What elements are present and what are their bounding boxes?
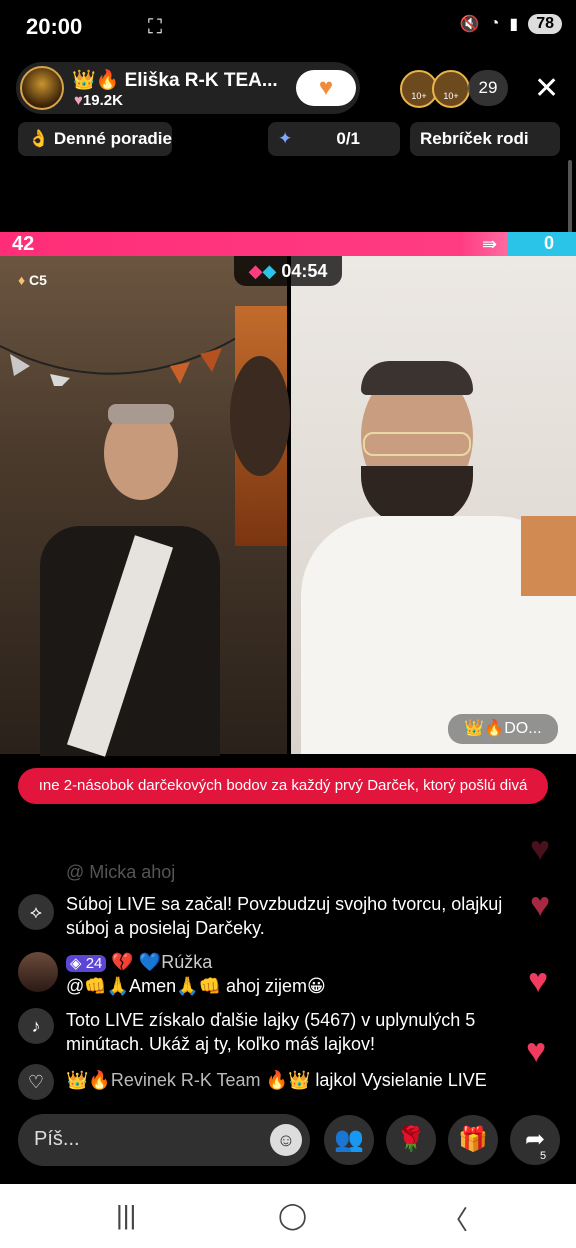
status-bar: 20:00 ⛶ 🔇 ◔ ▮ 78	[0, 0, 576, 56]
status-icons: 🔇 ◔ ▮ 78	[460, 14, 562, 34]
wifi-icon: ◔	[489, 15, 500, 32]
goal-chip[interactable]: ✦ 0/1	[268, 122, 400, 156]
heart-icon: ♥	[74, 92, 83, 109]
comment-input[interactable]: Píš... ☺	[18, 1114, 310, 1166]
score-right: 0	[544, 233, 555, 253]
emoji-icon[interactable]: ☺	[270, 1124, 302, 1156]
chat-like-event: 👑🔥Revinek R-K Team 🔥👑 lajkol Vysielanie …	[66, 1068, 487, 1092]
home-icon[interactable]: ◯	[278, 1200, 307, 1231]
goal-progress: 0/1	[336, 129, 360, 148]
status-time: 20:00	[26, 14, 83, 39]
arrow-icon: ⇛	[482, 234, 498, 254]
rose-gift-button[interactable]: 🌹	[386, 1115, 436, 1165]
ranking-chip[interactable]: Rebríček rodi	[410, 122, 560, 156]
floating-heart-icon: ♥	[526, 1032, 547, 1070]
chat-user-message: @👊🙏Amen🙏👊 ahoj zijem😀	[66, 976, 326, 996]
glasses	[363, 432, 471, 456]
battle-icon: ⟡	[18, 894, 54, 930]
liker-name: 👑🔥Revinek R-K Team 🔥👑	[66, 1070, 311, 1090]
chat-system-message: Súboj LIVE sa začal! Povzbudzuj svojho t…	[66, 894, 503, 938]
gift-button[interactable]: 🎁	[448, 1115, 498, 1165]
opponent-tag[interactable]: 👑🔥DO...	[448, 714, 558, 744]
comment-placeholder: Píš...	[34, 1128, 80, 1150]
host-profile[interactable]: 👑🔥 Eliška R-K TEA... ♥19.2K ♥ 13	[16, 62, 360, 114]
chat-faded-message: @ Micka ahoj	[66, 862, 176, 882]
follow-button[interactable]: ♥ 13	[296, 70, 356, 106]
mute-icon: 🔇	[459, 16, 480, 33]
video-right[interactable]	[291, 256, 576, 754]
crown	[108, 404, 174, 424]
gift-icon: 🎁	[458, 1126, 488, 1153]
signal-icon: ▮	[509, 16, 519, 33]
level-badge: ◈ 24	[66, 955, 107, 972]
liker-action: lajkol Vysielanie LIVE	[315, 1070, 487, 1090]
hair	[361, 361, 473, 395]
host-name: 👑🔥 Eliška R-K TEA...	[72, 70, 278, 91]
chat-likes-message: Toto LIVE získalo ďalšie lajky (5467) v …	[66, 1010, 476, 1054]
tiktok-icon: ♪	[18, 1008, 54, 1044]
daily-ranking-chip[interactable]: 👌 Denné poradie	[18, 122, 172, 156]
floating-heart-icon: ♥	[530, 886, 551, 924]
heart-outline-icon: ♡	[18, 1064, 54, 1100]
fan-badge-icon: 💔	[111, 952, 134, 972]
follow-badge: 13	[328, 88, 341, 100]
close-icon[interactable]: ✕	[534, 74, 559, 104]
user-avatar[interactable]	[18, 952, 58, 992]
diamond-icon: ♦	[18, 272, 26, 288]
battery-indicator: 78	[528, 14, 562, 34]
sparkle-icon: ✦	[278, 129, 293, 148]
viewer-avatar[interactable]: 10+	[432, 70, 470, 108]
viewer-count[interactable]: 29	[468, 70, 508, 106]
screenshot-icon: ⛶	[148, 16, 162, 38]
floating-heart-icon: ♥	[528, 962, 549, 1000]
host-avatar[interactable]	[20, 66, 64, 110]
recent-apps-icon[interactable]: |||	[116, 1200, 136, 1231]
video-left[interactable]	[0, 256, 290, 757]
second-person	[230, 356, 290, 476]
back-icon[interactable]: 〈	[442, 1200, 468, 1237]
share-button[interactable]: ➦ 5	[510, 1115, 560, 1165]
top-viewers[interactable]: 10+ 10+	[400, 70, 470, 108]
guests-button[interactable]: 👥	[324, 1115, 374, 1165]
promo-banner[interactable]: ıne 2-násobok darčekových bodov za každý…	[18, 768, 548, 804]
birthday-garland	[0, 326, 241, 392]
chat-username: 💙Rúžka	[138, 952, 213, 972]
rose-icon: 🌹	[396, 1126, 426, 1153]
users-icon: 👥	[334, 1126, 364, 1153]
score-left: 42	[12, 233, 35, 255]
background-object	[521, 516, 576, 596]
share-count: 5	[540, 1150, 547, 1162]
battle-timer: ◆◆ 04:54	[234, 256, 342, 286]
chat-user-line[interactable]: ◈ 24 💔 💙Rúžka	[66, 950, 212, 976]
left-tag: ♦ C5	[18, 272, 47, 288]
host-likes: ♥19.2K	[74, 92, 123, 109]
battle-icon: ◆	[248, 261, 263, 281]
battle-icon-2: ◆	[262, 261, 277, 281]
floating-heart-icon: ♥	[530, 830, 551, 868]
